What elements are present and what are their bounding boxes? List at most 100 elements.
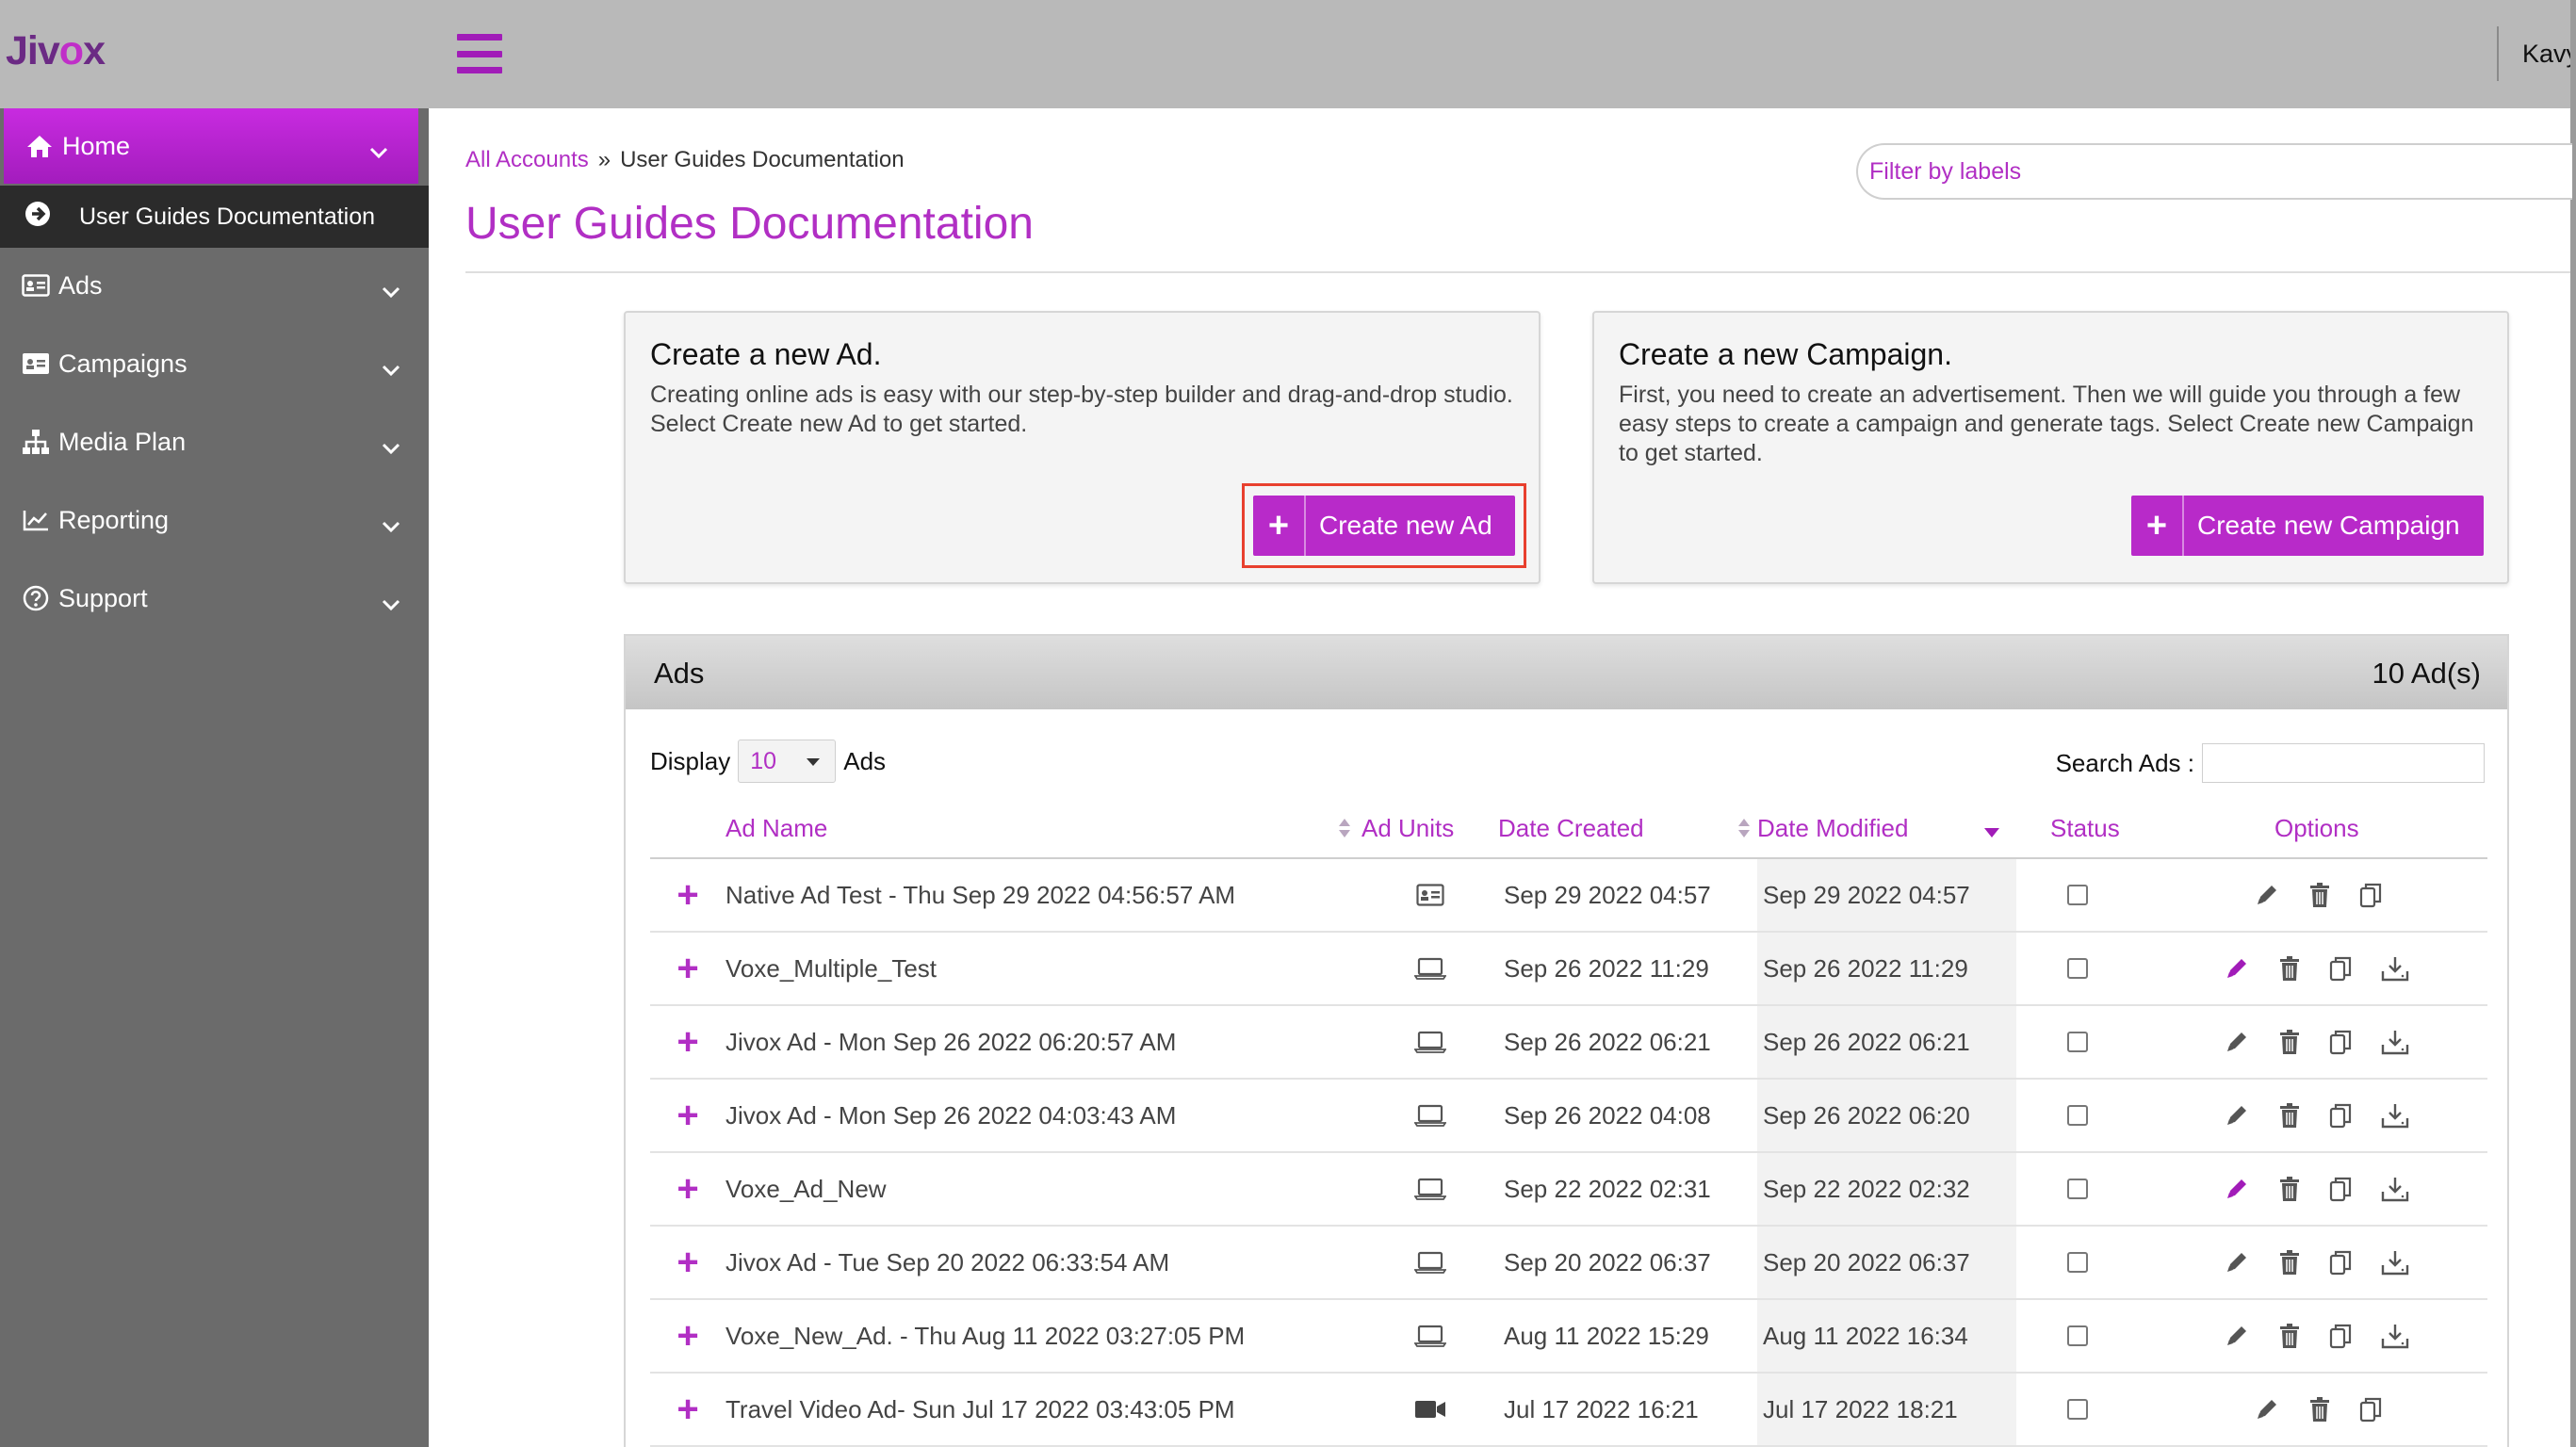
status-checkbox[interactable] [2067,1252,2088,1273]
help-circle-icon [21,585,51,611]
edit-icon[interactable] [2224,1176,2250,1202]
copy-icon[interactable] [2329,955,2352,982]
expand-row-icon[interactable]: + [650,1317,726,1355]
edit-icon[interactable] [2224,955,2250,982]
edit-icon[interactable] [2224,1323,2250,1349]
ad-name-cell[interactable]: Voxe_Multiple_Test [726,932,1361,1006]
filter-by-labels-input[interactable] [1856,143,2572,200]
column-header-date-modified[interactable]: Date Modified [1757,800,2016,859]
ad-name-cell[interactable]: Jivox Ad - Mon Sep 26 2022 04:03:43 AM [726,1079,1361,1153]
sidebar-item-media-plan[interactable]: Media Plan [0,404,429,480]
status-cell [2016,1226,2195,1300]
expand-row-icon[interactable]: + [650,1244,726,1281]
sidebar-item-campaigns[interactable]: Campaigns [0,326,429,401]
sidebar-subitem-user-guides[interactable]: User Guides Documentation [0,186,429,248]
hamburger-menu-icon[interactable] [457,34,502,73]
table-row[interactable]: + Jivox Ad - Mon Sep 26 2022 04:03:43 AM S… [650,1079,2487,1153]
options-cell [2195,1299,2487,1374]
laptop-icon [1361,1178,1498,1200]
ads-panel-header: Ads 10 Ad(s) [626,636,2507,709]
breadcrumb-all-accounts[interactable]: All Accounts [465,147,589,173]
trash-icon[interactable] [2278,1102,2301,1129]
display-count-select[interactable]: 10 [738,740,837,783]
edit-icon[interactable] [2254,1396,2280,1423]
row-options [2224,1029,2487,1055]
expand-row-icon[interactable]: + [650,876,726,914]
sidebar-item-reporting[interactable]: Reporting [0,482,429,558]
edit-icon[interactable] [2224,1249,2250,1276]
trash-icon[interactable] [2278,955,2301,982]
table-row[interactable]: + Voxe_New_Ad. - Thu Aug 11 2022 03:27:05… [650,1299,2487,1374]
create-new-ad-button[interactable]: + Create new Ad [1253,496,1515,556]
download-icon[interactable] [2380,1102,2410,1129]
trash-icon[interactable] [2308,1396,2331,1423]
display-count-value: 10 [750,747,777,774]
ad-name-cell[interactable]: Native Ad Test - Thu Sep 29 2022 04:56:5… [726,858,1361,933]
download-icon[interactable] [2380,955,2410,982]
download-icon[interactable] [2380,1249,2410,1276]
expand-row-icon[interactable]: + [650,1023,726,1061]
ad-units-cell [1361,858,1498,933]
user-name[interactable]: Kavy [2522,40,2576,69]
table-row[interactable]: + Jivox Ad - Tue Sep 20 2022 06:33:54 AM S… [650,1226,2487,1300]
expand-row-icon[interactable]: + [650,1170,726,1208]
copy-icon[interactable] [2329,1029,2352,1055]
trash-icon[interactable] [2278,1249,2301,1276]
sitemap-icon [21,429,51,455]
copy-icon[interactable] [2329,1249,2352,1276]
column-header-ad-name[interactable]: Ad Name [726,800,1361,859]
table-row[interactable]: + Travel Video Ad- Sun Jul 17 2022 03:43:… [650,1373,2487,1447]
column-header-date-created[interactable]: Date Created [1498,800,1757,859]
sidebar-item-support[interactable]: Support [0,561,429,636]
trash-icon[interactable] [2308,882,2331,908]
status-checkbox[interactable] [2067,958,2088,979]
status-checkbox[interactable] [2067,1105,2088,1126]
table-row[interactable]: + Voxe_Multiple_Test Sep 26 2022 11:29 Sep … [650,932,2487,1006]
download-icon[interactable] [2380,1029,2410,1055]
download-icon[interactable] [2380,1323,2410,1349]
trash-icon[interactable] [2278,1176,2301,1202]
edit-icon[interactable] [2224,1029,2250,1055]
table-row[interactable]: + Voxe_Ad_New Sep 22 2022 02:31 Sep 22 2022… [650,1152,2487,1227]
search-ads-input[interactable] [2202,743,2485,783]
status-checkbox[interactable] [2067,1179,2088,1199]
copy-icon[interactable] [2329,1102,2352,1129]
copy-icon[interactable] [2329,1323,2352,1349]
sort-icon[interactable] [1738,819,1750,839]
page-title: User Guides Documentation [465,199,1034,249]
status-checkbox[interactable] [2067,1325,2088,1346]
trash-icon[interactable] [2278,1029,2301,1055]
ad-name-cell[interactable]: Voxe_New_Ad. - Thu Aug 11 2022 03:27:05 … [726,1299,1361,1374]
jivox-logo[interactable]: Jivox [6,28,106,74]
expand-cell: + [650,1005,726,1080]
sort-desc-icon[interactable] [1984,828,1999,837]
ad-name-cell[interactable]: Voxe_Ad_New [726,1152,1361,1227]
copy-icon[interactable] [2359,1396,2382,1423]
copy-icon[interactable] [2359,882,2382,908]
expand-row-icon[interactable]: + [650,1390,726,1428]
ad-name: Jivox Ad - Mon Sep 26 2022 04:03:43 AM [726,1100,1177,1130]
download-icon[interactable] [2380,1176,2410,1202]
expand-row-icon[interactable]: + [650,1097,726,1134]
trash-icon[interactable] [2278,1323,2301,1349]
status-cell [2016,1079,2195,1153]
sort-icon[interactable] [1339,819,1350,839]
ad-name-cell[interactable]: Jivox Ad - Mon Sep 26 2022 06:20:57 AM [726,1005,1361,1080]
create-new-campaign-button[interactable]: + Create new Campaign [2131,496,2484,556]
home-icon [24,134,55,158]
edit-icon[interactable] [2254,882,2280,908]
ad-name-cell[interactable]: Jivox Ad - Tue Sep 20 2022 06:33:54 AM [726,1226,1361,1300]
edit-icon[interactable] [2224,1102,2250,1129]
ad-units-cell [1361,1005,1498,1080]
sidebar-subitem-label: User Guides Documentation [79,203,376,230]
table-row[interactable]: + Native Ad Test - Thu Sep 29 2022 04:56:… [650,858,2487,933]
table-row[interactable]: + Jivox Ad - Mon Sep 26 2022 06:20:57 AM S… [650,1005,2487,1080]
status-checkbox[interactable] [2067,1032,2088,1052]
sidebar-item-home[interactable]: Home [4,108,418,184]
ad-name-cell[interactable]: Travel Video Ad- Sun Jul 17 2022 03:43:0… [726,1373,1361,1447]
status-checkbox[interactable] [2067,1399,2088,1420]
expand-row-icon[interactable]: + [650,950,726,987]
copy-icon[interactable] [2329,1176,2352,1202]
status-checkbox[interactable] [2067,885,2088,905]
sidebar-item-ads[interactable]: Ads [0,248,429,323]
